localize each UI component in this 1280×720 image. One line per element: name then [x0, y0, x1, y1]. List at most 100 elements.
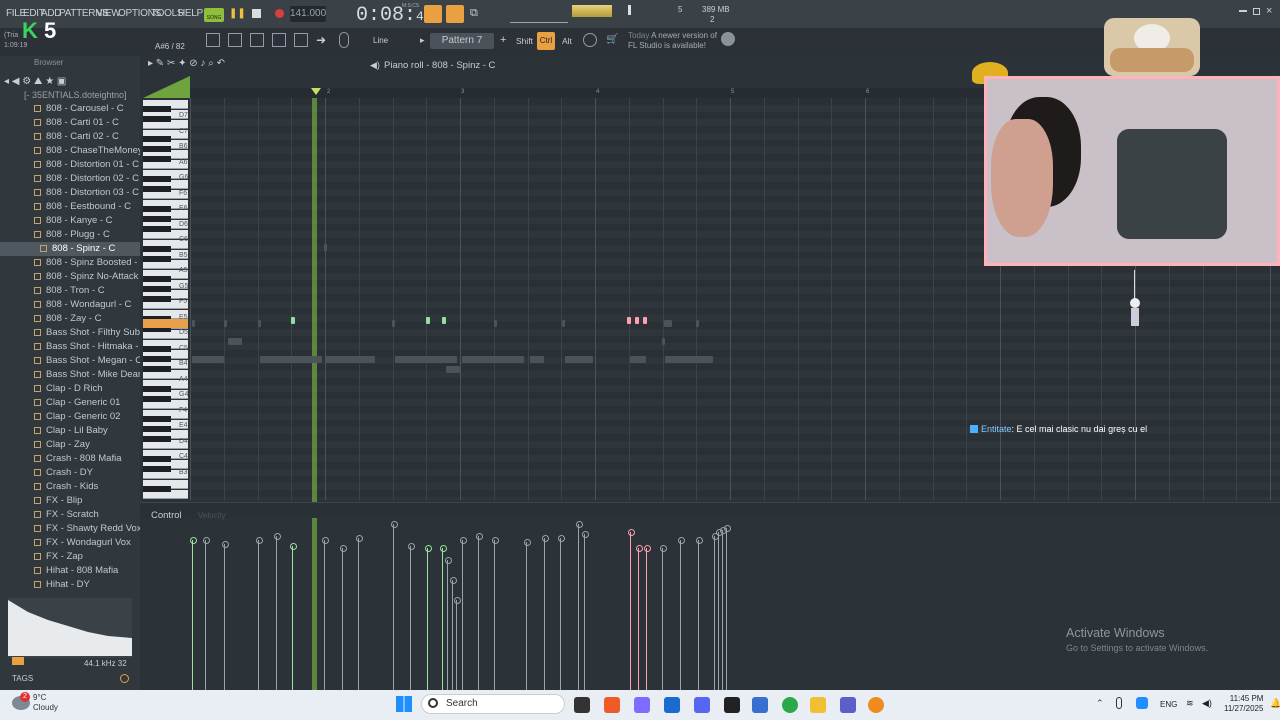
speaker-icon[interactable]: ◀): [370, 60, 380, 71]
bar-number[interactable]: 6: [866, 89, 869, 95]
browser-item[interactable]: 808 - Eestbound - C: [0, 200, 140, 214]
velocity-stem[interactable]: [724, 525, 731, 690]
browser-item[interactable]: FX - Shawty Redd Vox: [0, 522, 142, 536]
browser-item[interactable]: Bass Shot - Megan - C: [0, 354, 142, 368]
bar-number[interactable]: 2: [327, 89, 330, 95]
maximize-icon[interactable]: [1253, 8, 1260, 15]
black-key[interactable]: [143, 456, 171, 462]
pattern-arrow-icon[interactable]: ▸: [420, 35, 425, 46]
task-view-icon[interactable]: [574, 697, 590, 713]
velocity-stem[interactable]: [408, 543, 415, 690]
browser-item[interactable]: 808 - Spinz Boosted - C: [0, 256, 147, 270]
master-pitch-slider[interactable]: [510, 5, 568, 23]
song-mode-toggle[interactable]: SONG: [204, 8, 224, 22]
black-key[interactable]: [143, 276, 171, 282]
black-key[interactable]: [143, 356, 171, 362]
mic-icon[interactable]: [339, 32, 349, 48]
velocity-stem[interactable]: [290, 543, 297, 690]
pause-icon[interactable]: ❚❚: [229, 8, 246, 22]
bar-number[interactable]: 3: [461, 89, 464, 95]
taskbar-search[interactable]: Search: [421, 694, 565, 714]
black-key[interactable]: [143, 116, 171, 122]
playhead-marker[interactable]: [311, 88, 321, 95]
black-key[interactable]: [143, 186, 171, 192]
velocity-stem[interactable]: [356, 535, 363, 690]
mic-tray-icon[interactable]: [1116, 697, 1122, 709]
arrow-right-icon[interactable]: ➜: [316, 33, 326, 47]
black-key[interactable]: [143, 106, 171, 112]
velocity-stem[interactable]: [454, 597, 461, 690]
velocity-stem[interactable]: [558, 535, 565, 690]
close-icon[interactable]: ×: [1266, 5, 1272, 17]
browser-item[interactable]: 808 - Spinz No-Attack - C: [0, 270, 154, 284]
menu-help[interactable]: HELP: [178, 8, 203, 19]
velocity-stem[interactable]: [582, 531, 589, 690]
discord-icon[interactable]: [694, 697, 710, 713]
wifi-icon[interactable]: ≋: [1186, 698, 1194, 709]
velocity-stem[interactable]: [720, 527, 727, 690]
alt-button[interactable]: Alt: [562, 36, 572, 46]
note[interactable]: [426, 317, 430, 324]
browser-item[interactable]: 808 - Distortion 03 - C: [0, 186, 140, 200]
browser-item[interactable]: Hihat - DY: [0, 578, 140, 592]
velocity-stem[interactable]: [445, 557, 452, 690]
browser-item[interactable]: 808 - Spinz - C: [0, 242, 140, 256]
browser-item[interactable]: Clap - D Rich: [0, 382, 140, 396]
browser-item[interactable]: Clap - Generic 02: [0, 410, 140, 424]
browser-item[interactable]: Bass Shot - Mike Dean - C: [0, 368, 158, 382]
black-key[interactable]: [143, 486, 171, 492]
black-key[interactable]: [143, 436, 171, 442]
velocity-stem[interactable]: [716, 529, 723, 690]
browser-item[interactable]: FX - Blip: [0, 494, 140, 508]
velocity-stem[interactable]: [340, 545, 347, 690]
channel-rack-icon[interactable]: [206, 33, 220, 47]
browser-item[interactable]: 808 - Zay - C: [0, 312, 140, 326]
velocity-stem[interactable]: [524, 539, 531, 690]
mixer-icon[interactable]: [272, 33, 286, 47]
control-label[interactable]: Control: [151, 510, 182, 521]
note[interactable]: [635, 317, 639, 324]
black-key[interactable]: [143, 396, 171, 402]
velocity-stem[interactable]: [203, 537, 210, 690]
stop-icon[interactable]: [252, 9, 261, 18]
calculator-icon[interactable]: [752, 697, 768, 713]
start-icon[interactable]: [396, 696, 412, 712]
browser-item[interactable]: Hihat - 808 Mafia: [0, 564, 140, 578]
black-key[interactable]: [143, 346, 171, 352]
browser-item[interactable]: 808 - Carti 01 - C: [0, 116, 140, 130]
browser-item[interactable]: 808 - Distortion 01 - C: [0, 158, 140, 172]
browser-item[interactable]: Bass Shot - Hitmaka - C: [0, 340, 148, 354]
browser-item[interactable]: 808 - Kanye - C: [0, 214, 140, 228]
velocity-stem[interactable]: [322, 537, 329, 690]
velocity-stem[interactable]: [644, 545, 651, 690]
black-key[interactable]: [143, 256, 171, 262]
tray-chevron-icon[interactable]: ⌃: [1096, 698, 1104, 709]
velocity-lane[interactable]: [190, 520, 1280, 690]
black-key[interactable]: [143, 416, 171, 422]
shop-icon[interactable]: 🛒: [606, 34, 618, 45]
browser-item[interactable]: 808 - Carousel - C: [0, 102, 140, 116]
ctrl-button[interactable]: Ctrl: [537, 32, 555, 50]
browser-item[interactable]: 808 - Distortion 02 - C: [0, 172, 140, 186]
velocity-stem[interactable]: [476, 533, 483, 690]
playlist-icon[interactable]: [228, 33, 242, 47]
velocity-stem[interactable]: [636, 545, 643, 690]
velocity-stem[interactable]: [450, 577, 457, 690]
black-key[interactable]: [143, 386, 171, 392]
search-icon[interactable]: [120, 674, 129, 683]
velocity-stem[interactable]: [628, 529, 635, 690]
news-panel[interactable]: Today A newer version of FL Studio is ava…: [628, 31, 717, 51]
black-key[interactable]: [143, 206, 171, 212]
velocity-stem[interactable]: [274, 533, 281, 690]
black-key[interactable]: [143, 216, 171, 222]
loop-record-icon[interactable]: ⧉: [470, 7, 484, 21]
browser-item[interactable]: Clap - Lil Baby: [0, 424, 140, 438]
language-indicator[interactable]: ENG: [1160, 700, 1177, 709]
browser-folder[interactable]: [- 35ENTIALS.doteightno]: [24, 90, 127, 100]
black-key[interactable]: [143, 426, 171, 432]
browser-item[interactable]: FX - Scratch: [0, 508, 140, 522]
black-key[interactable]: [143, 286, 171, 292]
black-key[interactable]: [143, 226, 171, 232]
copilot-icon[interactable]: [634, 697, 650, 713]
shift-button[interactable]: Shift: [516, 36, 533, 46]
